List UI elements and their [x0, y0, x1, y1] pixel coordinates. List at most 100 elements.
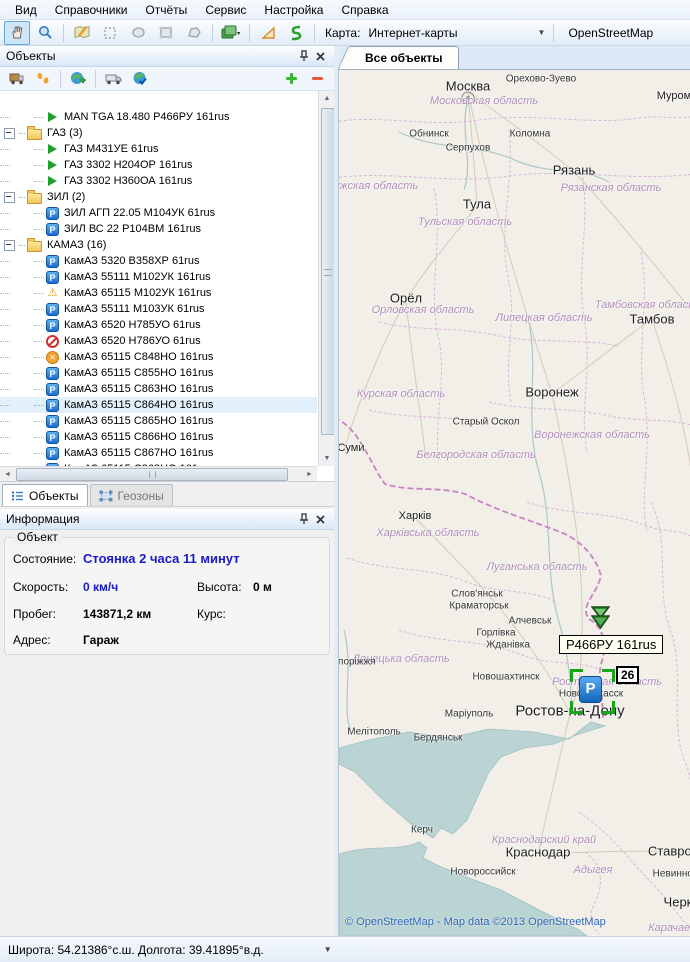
scroll-up-icon[interactable]: ▲ [319, 91, 334, 106]
map-city-label: Алчевськ [509, 616, 552, 627]
tree-vehicle[interactable]: PКамАЗ 55111 М102УК 161rus [0, 269, 317, 285]
tab-objects[interactable]: Объекты [2, 484, 88, 506]
map-canvas[interactable]: МоскваОрехово-ЗуевоМуромМосковская облас… [338, 70, 690, 936]
ruler-triangle-icon [261, 26, 276, 40]
pin-icon[interactable] [296, 512, 312, 526]
parked-icon: P [46, 207, 59, 220]
address-label: Адрес: [13, 633, 51, 647]
tree-vehicle[interactable]: ГАЗ М431УЕ 61rus [0, 141, 317, 157]
map-city-label: Запоріжжя [338, 657, 376, 668]
select-tool-button[interactable] [97, 21, 123, 45]
tree-item-label: ГАЗ 3302 Н204ОР 161rus [64, 159, 193, 171]
track-button[interactable] [283, 21, 309, 45]
tree-vehicle[interactable]: MAN TGA 18.480 Р466РУ 161rus [0, 109, 317, 125]
menu-item-Настройка[interactable]: Настройка [255, 1, 332, 19]
map-type-combobox[interactable]: Интернет-карты ▼ [364, 23, 549, 43]
vehicle-groups-button[interactable] [5, 68, 29, 90]
tree-vehicle[interactable]: PКамАЗ 65115 С867НО 161rus [0, 445, 317, 461]
route-icon [289, 25, 303, 41]
zoom-tool-button[interactable] [32, 21, 58, 45]
tree-vehicle[interactable]: PКамАЗ 65115 С863НО 161rus [0, 381, 317, 397]
tree-vertical-scrollbar[interactable]: ▲ ▼ [318, 91, 334, 466]
collapse-icon[interactable] [4, 192, 15, 203]
parked-icon: P [46, 431, 59, 444]
map-city-label: Суми [338, 442, 365, 454]
left-tab-bar: Объекты Геозоны [0, 482, 334, 507]
map-region-label: Адыгея [574, 864, 613, 876]
selection-bracket [570, 701, 583, 714]
map-city-label: Ставрополь [648, 844, 690, 859]
plus-icon [285, 72, 298, 85]
parked-icon: P [46, 223, 59, 236]
coordinates-text: Широта: 54.21386°с.ш. Долгота: 39.41895°… [8, 943, 264, 957]
add-geozone-map-button[interactable] [66, 68, 90, 90]
tree-item-label: КАМАЗ (16) [47, 239, 106, 251]
scroll-right-icon[interactable]: ► [302, 467, 317, 481]
pan-tool-button[interactable] [4, 21, 30, 45]
pin-icon[interactable] [296, 49, 312, 63]
tree-vehicle[interactable]: PЗИЛ ВС 22 Р104ВМ 161rus [0, 221, 317, 237]
tree-vehicle[interactable]: PКамАЗ 55111 М103УК 61rus [0, 301, 317, 317]
follow-object-button[interactable] [31, 68, 55, 90]
draw-polygon-button[interactable] [181, 21, 207, 45]
tree-item-label: КамАЗ 6520 Н786УО 61rus [64, 335, 201, 347]
map-tab-all-objects[interactable]: Все объекты [352, 46, 459, 69]
parked-icon: P [46, 367, 59, 380]
menu-item-Справочники[interactable]: Справочники [46, 1, 137, 19]
tree-vehicle[interactable]: P ЗИЛ АГП 22.05 М104УК 61rus [0, 205, 317, 221]
close-icon[interactable] [312, 512, 328, 526]
layers-button[interactable] [218, 21, 244, 45]
tree-item-label: ЗИЛ (2) [47, 191, 85, 203]
tree-group[interactable]: КАМАЗ (16) [0, 237, 317, 253]
tree-group[interactable]: ГАЗ (3) [0, 125, 317, 141]
tab-geozones[interactable]: Геозоны [90, 484, 173, 506]
tree-item-label: КамАЗ 55111 М103УК 61rus [64, 303, 205, 315]
close-icon[interactable] [312, 49, 328, 63]
show-vehicle-button[interactable] [101, 68, 125, 90]
measure-button[interactable] [255, 21, 281, 45]
show-all-on-map-button[interactable] [127, 68, 151, 90]
map-city-label: Старый Оскол [453, 417, 520, 428]
tree-vehicle[interactable]: PКамАЗ 65115 С864НО 161rus [0, 397, 317, 413]
tree-vehicle[interactable]: P КамАЗ 65115 С866НО 161rus [0, 429, 317, 445]
scroll-left-icon[interactable]: ◄ [0, 467, 15, 481]
map-city-label: Обнинск [409, 129, 449, 140]
tree-vehicle[interactable]: ГАЗ 3302 Н360ОА 161rus [0, 173, 317, 189]
collapse-icon[interactable] [4, 240, 15, 251]
tree-vehicle[interactable]: ✕КамАЗ 65115 С848НО 161rus [0, 349, 317, 365]
menu-item-Сервис[interactable]: Сервис [196, 1, 255, 19]
collapse-icon[interactable] [4, 128, 15, 139]
edit-map-button[interactable] [69, 21, 95, 45]
menu-item-Отчёты[interactable]: Отчёты [136, 1, 196, 19]
altitude-value: 0 м [253, 580, 272, 594]
draw-ellipse-button[interactable] [125, 21, 151, 45]
tree-vehicle[interactable]: КамАЗ 6520 Н786УО 61rus [0, 333, 317, 349]
map-city-label: Орехово-Зуево [506, 74, 576, 85]
tree-vehicle[interactable]: PКамАЗ 5320 В358ХР 61rus [0, 253, 317, 269]
menu-item-Вид[interactable]: Вид [6, 1, 46, 19]
add-object-button[interactable] [279, 68, 303, 90]
tree-item-label: КамАЗ 65115 С867НО 161rus [64, 447, 213, 459]
tree-item-label: ЗИЛ АГП 22.05 М104УК 61rus [64, 207, 215, 219]
menu-item-Справка[interactable]: Справка [332, 1, 397, 19]
magnifier-icon [38, 25, 53, 40]
tree-vehicle[interactable]: ⚠КамАЗ 65115 М102УК 161rus [0, 285, 317, 301]
chevron-down-icon[interactable]: ▼ [324, 945, 332, 954]
tree-group[interactable]: ЗИЛ (2) [0, 189, 317, 205]
map-city-label: Керч [411, 825, 433, 836]
cluster-count-badge[interactable]: 26 [616, 666, 639, 684]
tree-vehicle[interactable]: PКамАЗ 65115 С855НО 161rus [0, 365, 317, 381]
fleet-monitoring-window: ВидСправочникиОтчётыСервисНастройкаСправ… [0, 0, 690, 962]
draw-rectangle-button[interactable] [153, 21, 179, 45]
parked-icon: P [46, 271, 59, 284]
tree-vehicle[interactable]: PКамАЗ 65115 С865НО 161rus [0, 413, 317, 429]
tree-horizontal-scrollbar[interactable]: ◄ ► [0, 466, 317, 481]
vehicle-arrow-marker[interactable] [591, 606, 610, 630]
remove-object-button[interactable] [305, 68, 329, 90]
map-city-label: Маріуполь [445, 709, 494, 720]
moving-vehicle-icon [48, 176, 57, 186]
tree-vehicle[interactable]: ГАЗ 3302 Н204ОР 161rus [0, 157, 317, 173]
tree-item-label: КамАЗ 65115 С866НО 161rus [64, 431, 213, 443]
scroll-down-icon[interactable]: ▼ [319, 451, 334, 466]
tree-vehicle[interactable]: PКамАЗ 6520 Н785УО 61rus [0, 317, 317, 333]
